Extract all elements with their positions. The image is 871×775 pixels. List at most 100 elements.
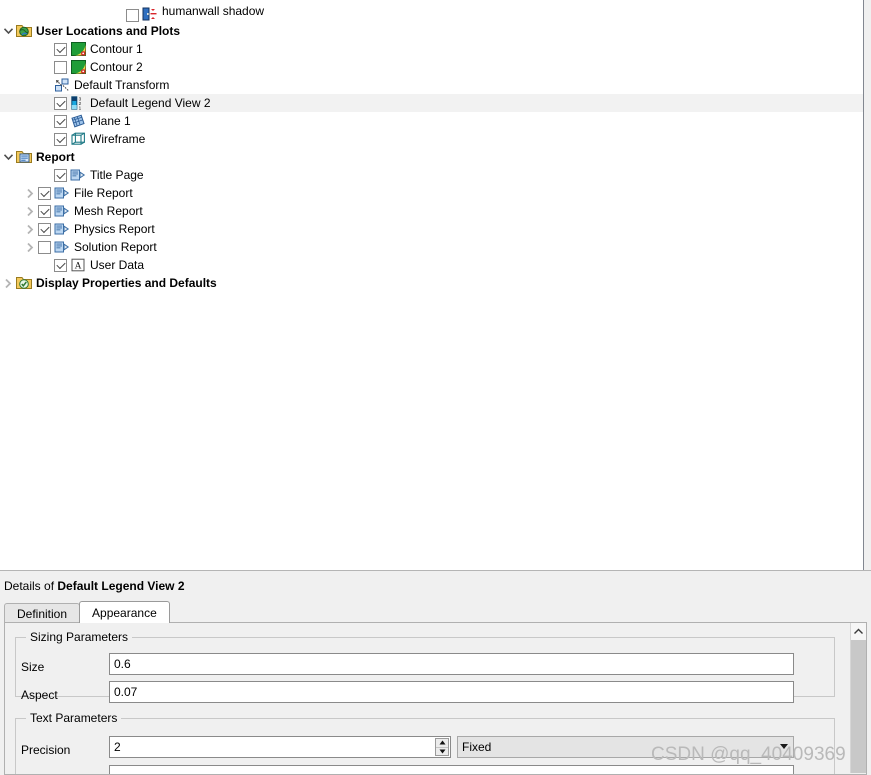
tree-row[interactable]: User Locations and Plots [0, 22, 871, 40]
transform-icon [54, 77, 70, 93]
details-title-prefix: Details of [4, 579, 58, 593]
tree-row[interactable]: Report [0, 148, 871, 166]
tree-node-label: Wireframe [90, 132, 146, 146]
tree-node-label: Title Page [90, 168, 144, 182]
folder-report-icon [16, 149, 32, 165]
stepper-down-icon[interactable] [436, 748, 448, 756]
folder-display-icon [16, 275, 32, 291]
tree-row[interactable]: Contour 1 [0, 40, 871, 58]
precision-format-combo[interactable]: Fixed [457, 736, 794, 758]
visibility-checkbox[interactable] [38, 240, 51, 254]
details-tab-strip[interactable]: Definition Appearance [4, 601, 170, 623]
visibility-checkbox[interactable] [38, 186, 51, 200]
details-title: Details of Default Legend View 2 [4, 579, 185, 593]
visibility-checkbox[interactable] [54, 114, 67, 128]
tree-node-label: Mesh Report [74, 204, 143, 218]
tree-row[interactable]: humanwall shadow [0, 0, 871, 22]
aspect-label: Aspect [21, 688, 58, 702]
tree-twisty-placeholder [38, 256, 54, 274]
precision-format-value: Fixed [462, 740, 492, 754]
visibility-checkbox[interactable] [38, 222, 51, 236]
tree-node-label: User Locations and Plots [36, 24, 181, 38]
chevron-down-icon[interactable] [780, 744, 788, 749]
visibility-checkbox[interactable] [54, 42, 67, 56]
tree-twisty-placeholder [38, 94, 54, 112]
chevron-right-icon[interactable] [22, 220, 38, 238]
tree-row[interactable]: Title Page [0, 166, 871, 184]
chevron-right-icon[interactable] [22, 184, 38, 202]
precision-input[interactable] [109, 736, 451, 758]
scrollbar-thumb[interactable] [851, 640, 866, 773]
tree-twisty-placeholder [38, 76, 54, 94]
precision-spinner[interactable] [109, 736, 451, 758]
tree-row[interactable]: Wireframe [0, 130, 871, 148]
report-page-icon [70, 167, 86, 183]
next-field-input-clipped[interactable] [109, 765, 794, 774]
tree-twisty-placeholder [110, 4, 126, 22]
details-title-object: Default Legend View 2 [57, 579, 185, 593]
report-page-icon [54, 239, 70, 255]
visibility-checkbox[interactable] [126, 9, 139, 22]
tree-node-label: Default Legend View 2 [90, 96, 211, 110]
text-parameters-title: Text Parameters [26, 711, 122, 725]
precision-stepper-buttons[interactable] [435, 738, 449, 756]
simulation-tree-panel[interactable]: humanwall shadow User Locations and Plots… [0, 0, 871, 570]
tree-node-label: Plane 1 [90, 114, 131, 128]
visibility-checkbox[interactable] [54, 132, 67, 146]
details-panel: Details of Default Legend View 2 Definit… [0, 570, 871, 775]
tree-row[interactable]: Contour 2 [0, 58, 871, 76]
chevron-down-icon[interactable] [0, 22, 16, 40]
tree-node-label: humanwall shadow [162, 4, 265, 18]
tree-twisty-placeholder [38, 166, 54, 184]
tree-row[interactable]: Default Transform [0, 76, 871, 94]
visibility-checkbox[interactable] [54, 96, 67, 110]
tree-node-label: Contour 2 [90, 60, 143, 74]
details-vertical-scrollbar[interactable] [850, 623, 866, 773]
visibility-checkbox[interactable] [38, 204, 51, 218]
precision-label: Precision [21, 743, 71, 757]
tree-row[interactable]: Plane 1 [0, 112, 871, 130]
tree-row[interactable]: Physics Report [0, 220, 871, 238]
tree-row[interactable]: Mesh Report [0, 202, 871, 220]
tree-row[interactable]: Solution Report [0, 238, 871, 256]
svg-text:1: 1 [79, 105, 82, 110]
tree-row[interactable]: File Report [0, 184, 871, 202]
aspect-input[interactable] [109, 681, 794, 703]
plane-icon [70, 113, 86, 129]
tab-definition[interactable]: Definition [4, 603, 81, 623]
tree-node-label: Physics Report [74, 222, 155, 236]
size-input[interactable] [109, 653, 794, 675]
tree-twisty-placeholder [38, 40, 54, 58]
tab-appearance[interactable]: Appearance [79, 601, 170, 623]
tree-twisty-placeholder [38, 112, 54, 130]
chevron-down-icon[interactable] [0, 148, 16, 166]
folder-globe-icon [16, 23, 32, 39]
tree-node-label: Report [36, 150, 75, 164]
report-page-icon [54, 185, 70, 201]
visibility-checkbox[interactable] [54, 60, 67, 74]
stepper-up-icon[interactable] [436, 739, 448, 748]
tree-row[interactable]: Display Properties and Defaults [0, 274, 871, 292]
chevron-right-icon[interactable] [22, 202, 38, 220]
chevron-right-icon[interactable] [0, 274, 16, 292]
sizing-parameters-title: Sizing Parameters [26, 630, 133, 644]
appearance-tab-content: Sizing Parameters Size Aspect Text Param… [4, 623, 867, 775]
svg-text:A: A [75, 261, 82, 271]
contour-icon [70, 41, 86, 57]
tree-node-label: Display Properties and Defaults [36, 276, 217, 290]
tree-row[interactable]: A User Data [0, 256, 871, 274]
tree-row[interactable]: 3 2 1 Default Legend View 2 [0, 94, 871, 112]
report-page-icon [54, 221, 70, 237]
next-field-label-clipped [21, 771, 24, 774]
tree-twisty-placeholder [38, 58, 54, 76]
panel-splitter[interactable] [0, 570, 871, 577]
legend-icon: 321 [70, 95, 86, 111]
tree-row-list[interactable]: humanwall shadow User Locations and Plots… [0, 0, 871, 292]
visibility-checkbox[interactable] [54, 258, 67, 272]
visibility-checkbox[interactable] [54, 168, 67, 182]
wall-shadow-icon [142, 6, 158, 22]
user-data-icon: A [70, 257, 86, 273]
scrollbar-up-button[interactable] [851, 623, 866, 640]
size-label: Size [21, 660, 45, 674]
chevron-right-icon[interactable] [22, 238, 38, 256]
